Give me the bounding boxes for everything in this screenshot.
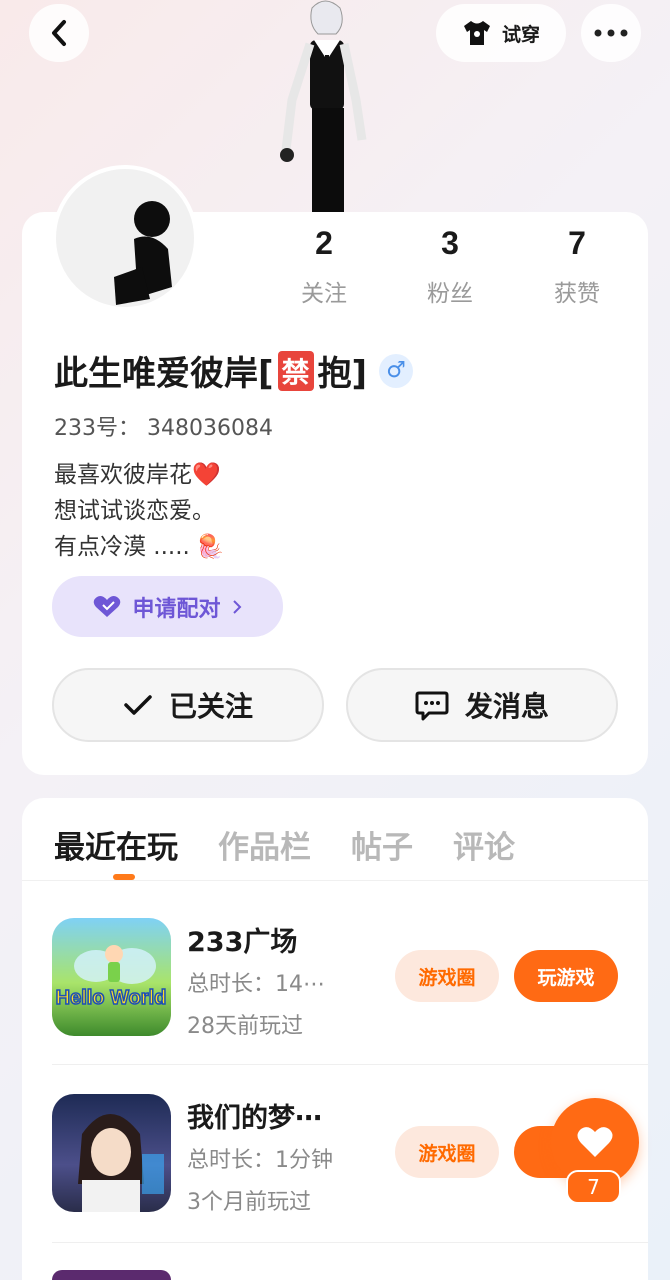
game-circle-button[interactable]: 游戏圈 (395, 1126, 499, 1178)
stat-following[interactable]: 2 关注 (279, 225, 369, 308)
stat-likes[interactable]: 7 获赞 (532, 225, 622, 308)
stat-value: 2 (315, 225, 333, 261)
stat-label: 粉丝 (427, 281, 473, 307)
follow-label: 已关注 (168, 690, 253, 723)
chevron-left-icon (52, 20, 66, 46)
tab-works[interactable]: 作品栏 (218, 822, 311, 867)
message-button[interactable]: 发消息 (346, 668, 618, 742)
game-icon-partial (52, 1270, 171, 1280)
bio-line: 最喜欢彼岸花 (54, 462, 192, 488)
game-row[interactable]: Hello World 233广场 总时长：14⋯ 28天前玩过 游戏圈 玩游戏 (52, 918, 648, 1039)
more-button[interactable] (581, 4, 641, 62)
like-count-badge: 7 (566, 1170, 621, 1204)
game-title: 233广场 (187, 927, 298, 958)
back-button[interactable] (29, 4, 89, 62)
chevron-right-icon (232, 599, 241, 614)
tab-comments[interactable]: 评论 (453, 822, 515, 867)
stat-value: 7 (568, 225, 586, 261)
bio-line: 想试试谈恋爱。 (54, 498, 215, 524)
username: 此生唯爱彼岸[ 禁 抱] ♂ (54, 346, 414, 395)
row-divider (52, 1064, 648, 1065)
chat-bubble-icon (415, 691, 449, 721)
fairy-game-art-icon: Hello World (55, 945, 167, 1010)
game-duration: 总时长：1分钟 (187, 1148, 333, 1173)
stat-label: 关注 (301, 281, 347, 307)
stat-label: 获赞 (554, 281, 600, 307)
try-on-button[interactable]: 试穿 (436, 4, 566, 62)
follow-button[interactable]: 已关注 (52, 668, 324, 742)
avatar[interactable] (52, 165, 198, 311)
username-prefix: 此生唯爱彼岸[ (54, 354, 274, 394)
character-avatar-figure (280, 0, 367, 212)
bio: 最喜欢彼岸花 ❤️ 想试试谈恋爱。 有点冷漠 ..... 🪼 (54, 457, 225, 565)
tabs-divider (22, 880, 648, 881)
heart-icon (577, 1127, 613, 1157)
stat-fans[interactable]: 3 粉丝 (405, 225, 495, 308)
tab-posts[interactable]: 帖子 (351, 822, 413, 867)
username-suffix: 抱] (317, 354, 368, 394)
game-icon-233-plaza[interactable]: Hello World (52, 918, 171, 1036)
game-duration: 总时长：14⋯ (187, 972, 325, 997)
user-id[interactable]: 233号： 348036084 (54, 410, 273, 442)
game-last-played: 3个月前玩过 (187, 1190, 311, 1215)
game-circle-button[interactable]: 游戏圈 (395, 950, 499, 1002)
tab-recently-played[interactable]: 最近在玩 (54, 822, 178, 867)
game-icon-our-dream[interactable] (52, 1094, 171, 1212)
game-icon-text: Hello World (56, 987, 167, 1009)
message-label: 发消息 (464, 690, 549, 723)
stat-value: 3 (441, 225, 459, 261)
ban-badge: 禁 (277, 350, 314, 391)
game-title: 我们的梦⋯ (187, 1103, 322, 1134)
apply-pair-label: 申请配对 (132, 596, 221, 622)
content-tabs: 最近在玩 作品栏 帖子 评论 (54, 822, 515, 867)
anime-girl-art-icon (78, 1114, 164, 1212)
heart-pair-icon (94, 595, 121, 617)
male-gender-icon: ♂ (379, 353, 414, 388)
jellyfish-emoji-icon: 🪼 (195, 534, 225, 560)
tshirt-icon (463, 21, 490, 45)
check-icon (124, 695, 152, 715)
bio-line: 有点冷漠 ..... (54, 534, 190, 560)
game-last-played: 28天前玩过 (187, 1014, 303, 1039)
silhouette-avatar-icon (114, 201, 172, 305)
apply-pair-button[interactable]: 申请配对 (52, 576, 283, 637)
row-divider (52, 1242, 648, 1243)
heart-emoji-icon: ❤️ (192, 462, 221, 488)
more-dots-icon (594, 29, 628, 37)
play-game-button[interactable]: 玩游戏 (514, 950, 618, 1002)
try-on-label: 试穿 (501, 23, 540, 46)
